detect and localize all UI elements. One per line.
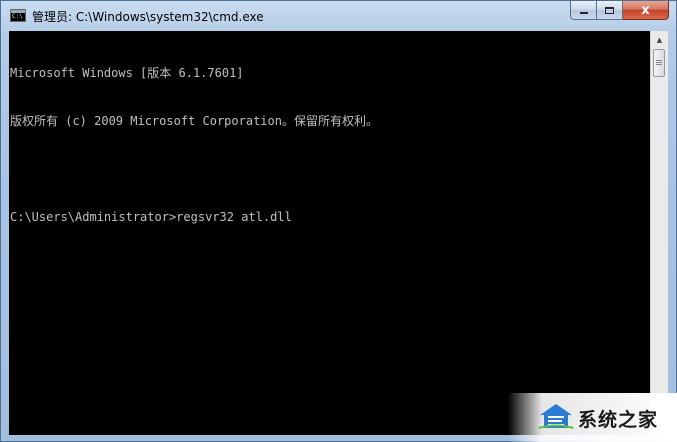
scroll-thumb[interactable] xyxy=(653,49,665,77)
console-output: Microsoft Windows [版本 6.1.7601] 版权所有 (c)… xyxy=(10,33,378,257)
scroll-up-arrow-icon[interactable]: ▲ xyxy=(651,31,668,48)
caption-buttons: x xyxy=(570,1,669,21)
console-line: 版权所有 (c) 2009 Microsoft Corporation。保留所有… xyxy=(10,114,378,128)
maximize-button[interactable] xyxy=(597,1,623,20)
maximize-icon xyxy=(605,6,614,14)
watermark-brand-text: 系统之家 xyxy=(578,409,659,431)
console-line: Microsoft Windows [版本 6.1.7601] xyxy=(10,66,244,80)
close-button[interactable]: x xyxy=(623,1,669,20)
console-line: C:\Users\Administrator>regsvr32 atl.dll xyxy=(10,210,292,224)
minimize-icon xyxy=(579,12,588,14)
house-logo-icon xyxy=(538,404,574,429)
cmd-console-icon[interactable]: C:\ xyxy=(10,9,26,22)
watermark: 系统之家 xyxy=(508,393,677,442)
window-title: 管理员: C:\Windows\system32\cmd.exe xyxy=(32,10,264,24)
close-icon: x xyxy=(641,2,650,18)
cmd-icon-text: C:\ xyxy=(12,13,23,20)
minimize-button[interactable] xyxy=(570,1,597,20)
cmd-window: C:\ 管理员: C:\Windows\system32\cmd.exe x M… xyxy=(0,0,677,442)
title-bar[interactable]: C:\ 管理员: C:\Windows\system32\cmd.exe x xyxy=(1,1,676,32)
console-area[interactable]: Microsoft Windows [版本 6.1.7601] 版权所有 (c)… xyxy=(9,31,650,435)
vertical-scrollbar[interactable]: ▲ ▼ xyxy=(650,31,668,435)
